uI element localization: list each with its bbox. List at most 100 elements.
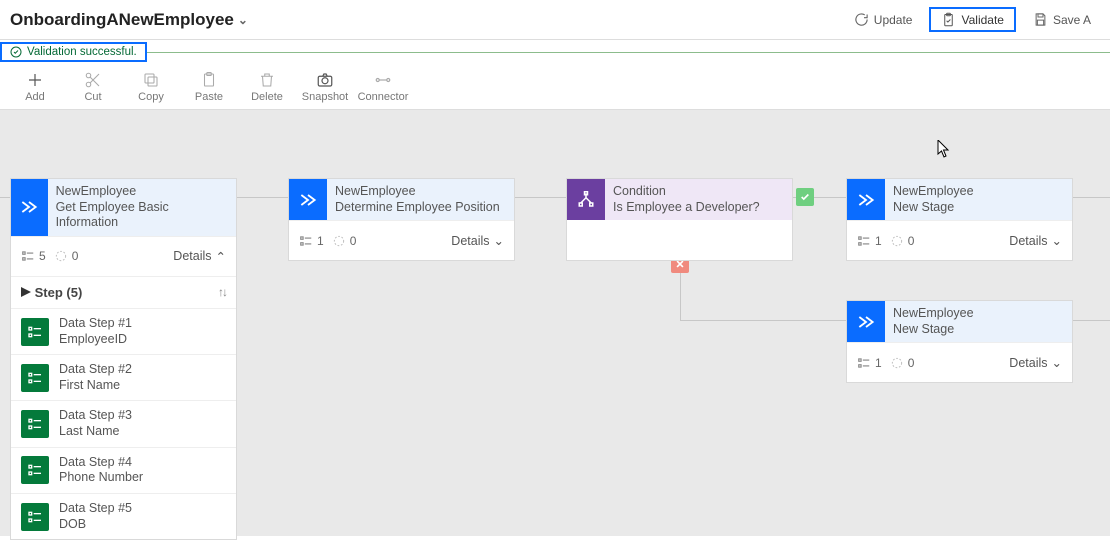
process-count-badge: 0 (890, 356, 915, 370)
list-icon (299, 234, 313, 248)
step-count: 1 (875, 234, 882, 248)
stage-entity: NewEmployee (56, 184, 228, 200)
step-row[interactable]: Data Step #3Last Name (11, 400, 236, 446)
stage-entity: NewEmployee (893, 184, 974, 200)
process-count-badge: 0 (890, 234, 915, 248)
step-title: Data Step #4 (59, 455, 143, 471)
stage-entity: NewEmployee (893, 306, 974, 322)
step-field: First Name (59, 378, 132, 394)
paste-icon (200, 71, 218, 89)
refresh-icon (854, 12, 869, 27)
copy-button[interactable]: Copy (122, 71, 180, 103)
process-count-badge: 0 (54, 249, 79, 263)
snapshot-label: Snapshot (302, 91, 348, 103)
stage-card[interactable]: NewEmployee New Stage 1 0 Details ⌄ (846, 300, 1073, 383)
details-toggle[interactable]: Details ⌃ (173, 249, 226, 264)
cycle-icon (332, 234, 346, 248)
cut-button[interactable]: Cut (64, 71, 122, 103)
validate-label: Validate (961, 13, 1003, 27)
process-count: 0 (908, 356, 915, 370)
condition-card[interactable]: Condition Is Employee a Developer? (566, 178, 793, 261)
stage-name: Get Employee Basic Information (56, 200, 228, 231)
condition-header: Condition Is Employee a Developer? (567, 179, 792, 220)
step-row[interactable]: Data Step #5DOB (11, 493, 236, 539)
list-icon (857, 234, 871, 248)
stage-header: NewEmployee New Stage (847, 301, 1072, 342)
connector-button[interactable]: Connector (354, 71, 412, 103)
add-button[interactable]: Add (6, 71, 64, 103)
update-button[interactable]: Update (845, 8, 922, 31)
stage-card[interactable]: NewEmployee New Stage 1 0 Details ⌄ (846, 178, 1073, 261)
process-title[interactable]: OnboardingANewEmployee ⌄ (10, 10, 248, 30)
save-as-button[interactable]: Save A (1024, 8, 1100, 31)
step-title: Data Step #1 (59, 316, 132, 332)
data-step-icon (21, 364, 49, 392)
details-label: Details (1009, 234, 1047, 248)
steps-header-text: Step (5) (35, 285, 83, 300)
cut-label: Cut (84, 91, 101, 103)
step-field: Last Name (59, 424, 132, 440)
stage-card[interactable]: NewEmployee Get Employee Basic Informati… (10, 178, 237, 540)
details-label: Details (1009, 356, 1047, 370)
paste-button[interactable]: Paste (180, 71, 238, 103)
stage-card[interactable]: NewEmployee Determine Employee Position … (288, 178, 515, 261)
plus-icon (26, 71, 44, 89)
details-label: Details (451, 234, 489, 248)
step-field: Phone Number (59, 470, 143, 486)
step-count: 5 (39, 249, 46, 263)
stage-icon (847, 301, 885, 342)
stage-icon (847, 179, 885, 220)
chevron-down-icon: ⌄ (494, 233, 504, 248)
chevron-up-icon: ⌃ (216, 249, 226, 264)
cycle-icon (890, 356, 904, 370)
update-label: Update (874, 13, 913, 27)
details-toggle[interactable]: Details ⌄ (1009, 355, 1062, 370)
trash-icon (258, 71, 276, 89)
snapshot-button[interactable]: Snapshot (296, 71, 354, 103)
stage-name: Determine Employee Position (335, 200, 500, 216)
step-count: 1 (317, 234, 324, 248)
reorder-arrows-icon[interactable]: ↑↓ (218, 285, 226, 299)
step-field: EmployeeID (59, 332, 132, 348)
step-count-badge: 5 (21, 249, 46, 263)
scissors-icon (84, 71, 102, 89)
chevron-down-icon: ⌄ (238, 13, 248, 27)
details-toggle[interactable]: Details ⌄ (1009, 233, 1062, 248)
step-row[interactable]: Data Step #1EmployeeID (11, 308, 236, 354)
stage-metrics-bar: 1 0 Details ⌄ (847, 220, 1072, 260)
process-count: 0 (72, 249, 79, 263)
process-count: 0 (350, 234, 357, 248)
step-text: Data Step #2First Name (59, 362, 132, 393)
details-toggle[interactable]: Details ⌄ (451, 233, 504, 248)
step-text: Data Step #4Phone Number (59, 455, 143, 486)
validation-bar: Validation successful. (0, 40, 1110, 64)
app-header: OnboardingANewEmployee ⌄ Update Validate… (0, 0, 1110, 40)
stage-metrics-bar: 1 0 Details ⌄ (847, 342, 1072, 382)
step-count: 1 (875, 356, 882, 370)
delete-label: Delete (251, 91, 283, 103)
branch-icon (567, 179, 605, 220)
check-circle-icon (10, 46, 22, 58)
step-row[interactable]: Data Step #2First Name (11, 354, 236, 400)
designer-canvas[interactable]: NewEmployee Get Employee Basic Informati… (0, 110, 1110, 536)
connector-label: Connector (358, 91, 409, 103)
process-count: 0 (908, 234, 915, 248)
validate-button[interactable]: Validate (929, 7, 1015, 32)
step-text: Data Step #1EmployeeID (59, 316, 132, 347)
condition-label: Condition (613, 184, 760, 200)
step-title: Data Step #2 (59, 362, 132, 378)
condition-yes-marker (796, 188, 814, 206)
add-label: Add (25, 91, 45, 103)
stage-name: New Stage (893, 322, 974, 338)
list-icon (857, 356, 871, 370)
steps-panel: Step (5) ↑↓ Data Step #1EmployeeIDData S… (11, 276, 236, 539)
cycle-icon (54, 249, 68, 263)
step-text: Data Step #3Last Name (59, 408, 132, 439)
save-as-label: Save A (1053, 13, 1091, 27)
delete-button[interactable]: Delete (238, 71, 296, 103)
paste-label: Paste (195, 91, 223, 103)
step-text: Data Step #5DOB (59, 501, 132, 532)
check-icon (800, 192, 810, 202)
step-row[interactable]: Data Step #4Phone Number (11, 447, 236, 493)
steps-header[interactable]: Step (5) ↑↓ (11, 277, 236, 308)
